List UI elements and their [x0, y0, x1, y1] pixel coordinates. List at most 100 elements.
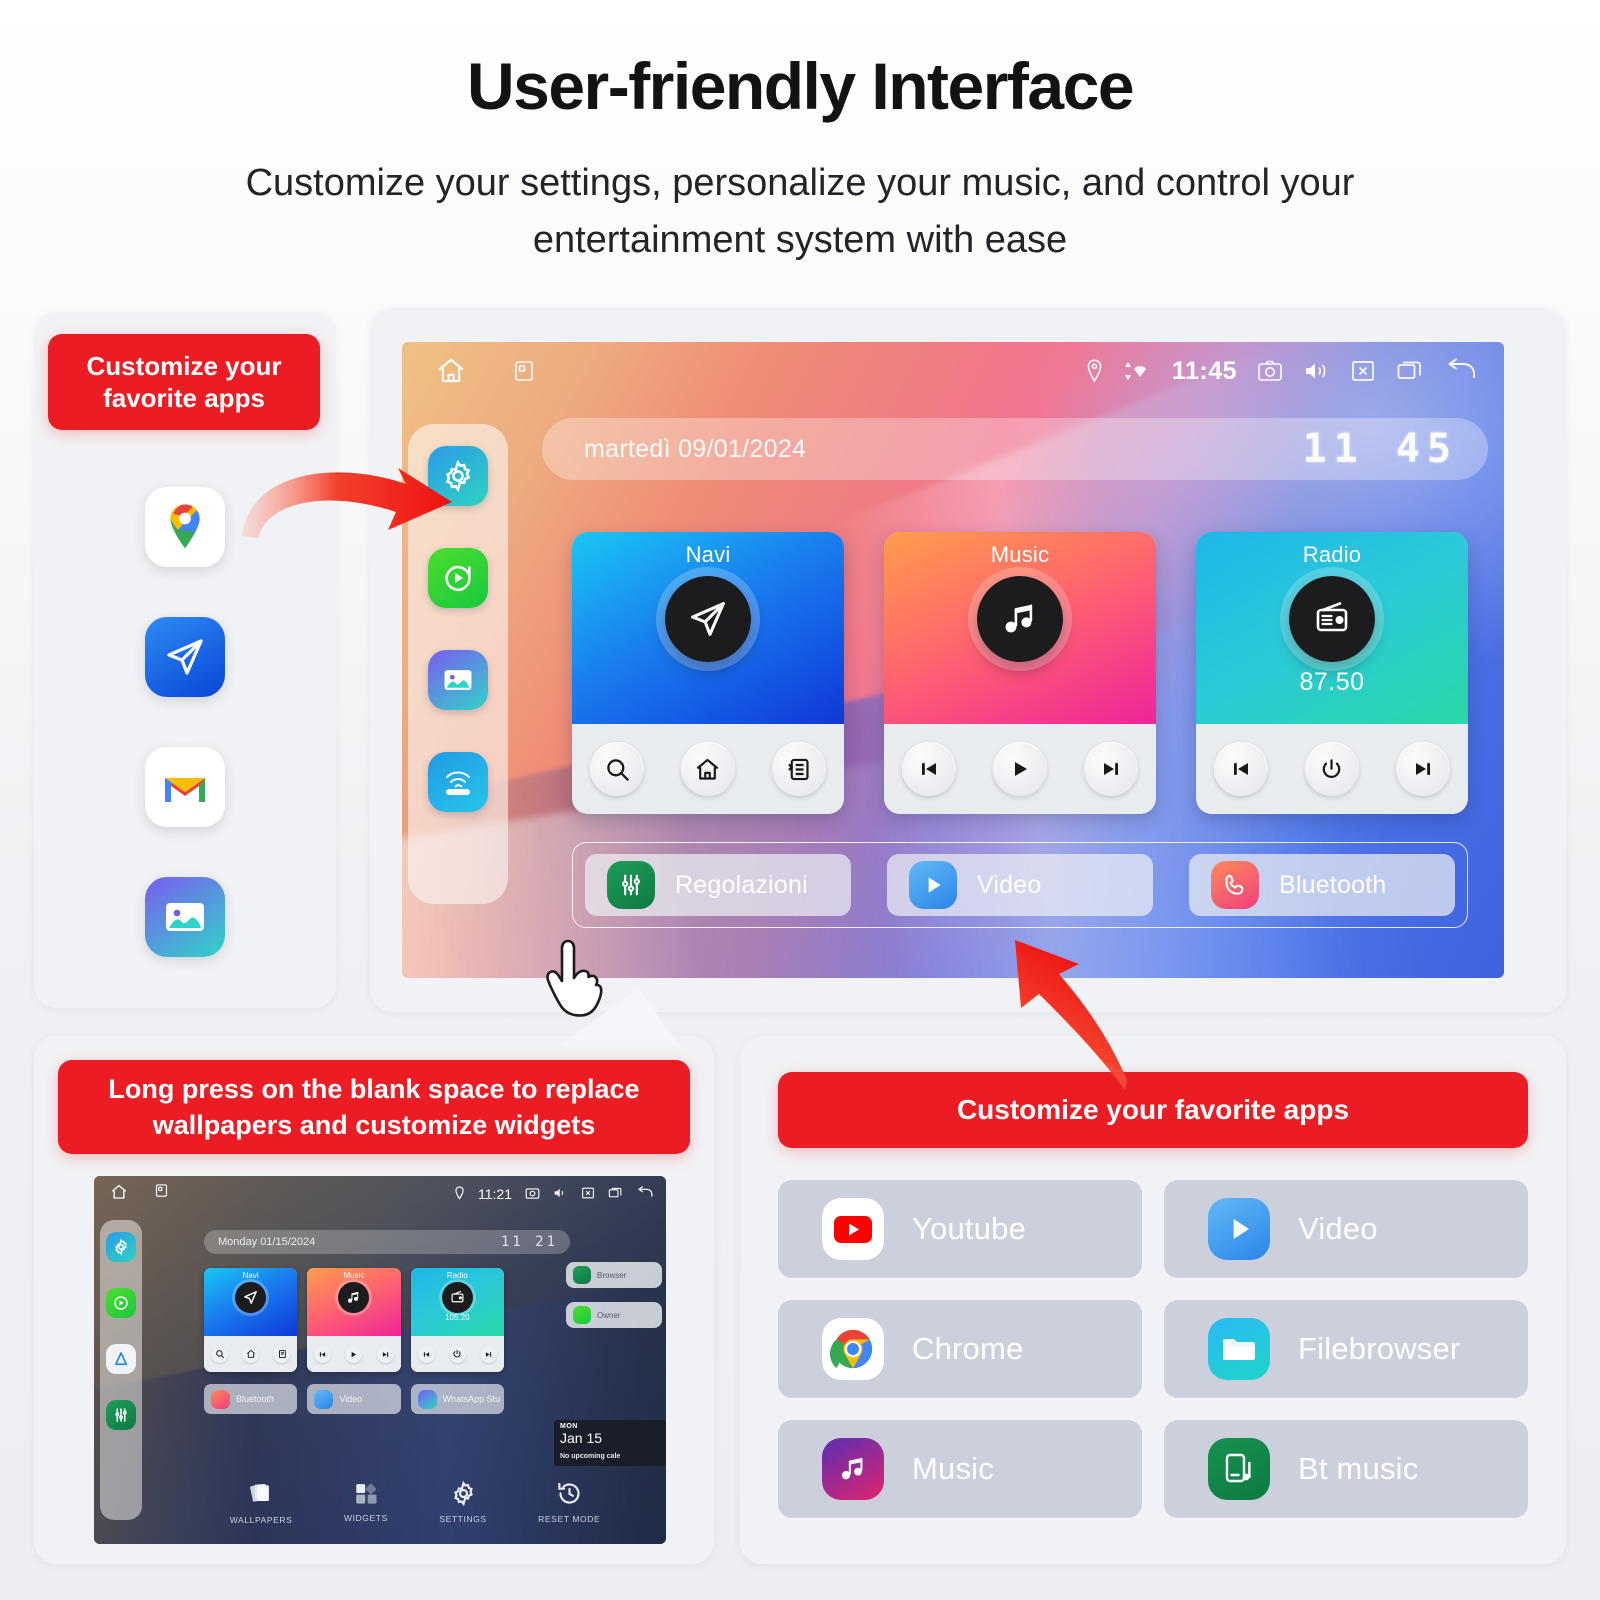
navigation-icon[interactable] [665, 576, 751, 662]
widget-radio[interactable]: Radio 87.50 [1196, 532, 1468, 814]
wallpapers-icon [250, 1484, 269, 1502]
home-icon[interactable] [680, 742, 735, 796]
shortcut-video[interactable]: Video [887, 854, 1153, 916]
play-icon [909, 861, 957, 909]
previous-icon[interactable] [1214, 742, 1269, 796]
screenshot-widget-radio: Radio 105.20 [410, 1268, 504, 1372]
app-tile-bt-music[interactable]: Bt music [1164, 1420, 1528, 1518]
sidebar-item-wireless[interactable] [428, 752, 488, 812]
list-item[interactable] [34, 462, 336, 592]
equalizer-icon [106, 1400, 136, 1430]
customize-apps-callout: Customize your favorite apps [778, 1072, 1528, 1148]
back-arrow-icon [636, 1185, 654, 1203]
calendar-date: Jan 15 [560, 1430, 603, 1446]
list-item[interactable] [34, 592, 336, 722]
gallery-icon[interactable] [145, 877, 225, 957]
split-screen-icon [154, 1183, 169, 1206]
widget-music-top: Music [884, 532, 1156, 724]
list-icon [273, 1345, 291, 1363]
screenshot-shortcut-bluetooth-label: Bluetooth [236, 1394, 275, 1404]
status-bar: 11:45 [402, 342, 1504, 400]
sidebar-item-media[interactable] [428, 548, 488, 608]
widget-music-buttons [884, 724, 1156, 814]
sidebar-item-settings[interactable] [428, 446, 488, 506]
head-unit-screen[interactable]: 11:45 martedì 09/01/2024 11 45 Navi Musi… [402, 342, 1504, 978]
dock-label: RESET MODE [538, 1514, 601, 1524]
search-icon[interactable] [590, 742, 645, 796]
back-arrow-icon[interactable] [1444, 358, 1478, 384]
head-unit-screenshot[interactable]: 11:21 Monday 01/15/2024 11 21 Navi Music… [94, 1176, 666, 1544]
screenshot-calendar-widget: MON Jan 15 No upcoming cale [554, 1420, 666, 1466]
music-note-icon[interactable] [977, 576, 1063, 662]
gmail-icon[interactable] [145, 747, 225, 827]
radio-icon[interactable] [1289, 576, 1375, 662]
power-icon[interactable] [1304, 742, 1359, 796]
navigation-icon[interactable] [145, 617, 225, 697]
app-tile-video[interactable]: Video [1164, 1180, 1528, 1278]
screenshot-widget-navi-label: Navi [242, 1271, 259, 1280]
camera-icon[interactable] [1257, 359, 1283, 383]
shortcut-bluetooth[interactable]: Bluetooth [1189, 854, 1455, 916]
dock-item-widgets: WIDGETS [344, 1480, 388, 1523]
app-tile-music[interactable]: Music [778, 1420, 1142, 1518]
wallpaper-tip-panel: Long press on the blank space to replace… [34, 1036, 714, 1564]
next-icon [376, 1345, 394, 1363]
screenshot-status-bar: 11:21 [94, 1176, 666, 1212]
split-screen-icon[interactable] [512, 359, 536, 383]
home-icon [242, 1345, 260, 1363]
screenshot-shortcut-bluetooth: Bluetooth [204, 1384, 298, 1414]
favorite-apps-panel: Customize your favorite apps [34, 312, 336, 1008]
location-pin-icon [1085, 359, 1104, 383]
next-icon[interactable] [1395, 742, 1450, 796]
app-tile-youtube[interactable]: Youtube [778, 1180, 1142, 1278]
history-reset-icon [557, 1482, 580, 1504]
play-icon[interactable] [992, 742, 1047, 796]
previous-icon [314, 1345, 332, 1363]
page-root: User-friendly Interface Customize your s… [0, 0, 1600, 1600]
widget-navi-top: Navi [572, 532, 844, 724]
list-item[interactable] [34, 852, 336, 982]
app-tile-label: Filebrowser [1298, 1331, 1461, 1366]
widget-radio-frequency: 87.50 [1299, 668, 1365, 696]
shortcut-regolazioni[interactable]: Regolazioni [585, 854, 851, 916]
sidebar-item-gallery[interactable] [428, 650, 488, 710]
shortcut-regolazioni-label: Regolazioni [675, 870, 808, 899]
maps-icon[interactable] [145, 487, 225, 567]
page-header: User-friendly Interface Customize your s… [0, 0, 1600, 269]
screenshot-widget-grid: Navi Music Radio 105.20 [204, 1268, 504, 1372]
widget-navi[interactable]: Navi [572, 532, 844, 814]
bt-music-icon [1208, 1438, 1270, 1500]
screenshot-shortcut-video-label: Video [339, 1394, 363, 1404]
screenshot-shortcut-video: Video [307, 1384, 401, 1414]
app-tile-filebrowser[interactable]: Filebrowser [1164, 1300, 1528, 1398]
widget-music[interactable]: Music [884, 532, 1156, 814]
app-tile-label: Music [912, 1451, 994, 1486]
screenshot-right-item-browser: Browser [566, 1262, 662, 1288]
widget-grid: Navi Music Radio 87.50 [572, 532, 1468, 814]
list-icon[interactable] [771, 742, 826, 796]
camera-icon [525, 1186, 540, 1203]
page-subtitle: Customize your settings, personalize you… [245, 162, 1355, 262]
next-icon[interactable] [1083, 742, 1138, 796]
date-bar: martedì 09/01/2024 11 45 [542, 418, 1488, 480]
screenshot-right-item-owner: Owner [566, 1302, 662, 1328]
dock-label: WALLPAPERS [229, 1515, 293, 1525]
screenshot-shortcut-row: Bluetooth Video WhatsApp Stu [204, 1384, 504, 1414]
recent-apps-icon[interactable] [1396, 358, 1424, 384]
volume-icon[interactable] [1303, 359, 1330, 383]
shortcut-video-label: Video [977, 870, 1042, 899]
play-circle-icon [106, 1288, 136, 1318]
home-icon[interactable] [436, 356, 466, 386]
pointing-hand-cursor [546, 939, 603, 1017]
previous-icon[interactable] [902, 742, 957, 796]
app-grid: Youtube Video Chrome Filebrowser Music B… [778, 1180, 1528, 1518]
calendar-weekday: MON [560, 1423, 578, 1430]
equalizer-icon [607, 861, 655, 909]
play-icon [1208, 1198, 1270, 1260]
screenshot-shortcut-whatsapp: WhatsApp Stu [410, 1384, 504, 1414]
close-box-icon[interactable] [1350, 358, 1376, 384]
app-tile-chrome[interactable]: Chrome [778, 1300, 1142, 1398]
widget-navi-buttons [572, 724, 844, 814]
list-item[interactable] [34, 722, 336, 852]
radio-icon [441, 1282, 473, 1313]
